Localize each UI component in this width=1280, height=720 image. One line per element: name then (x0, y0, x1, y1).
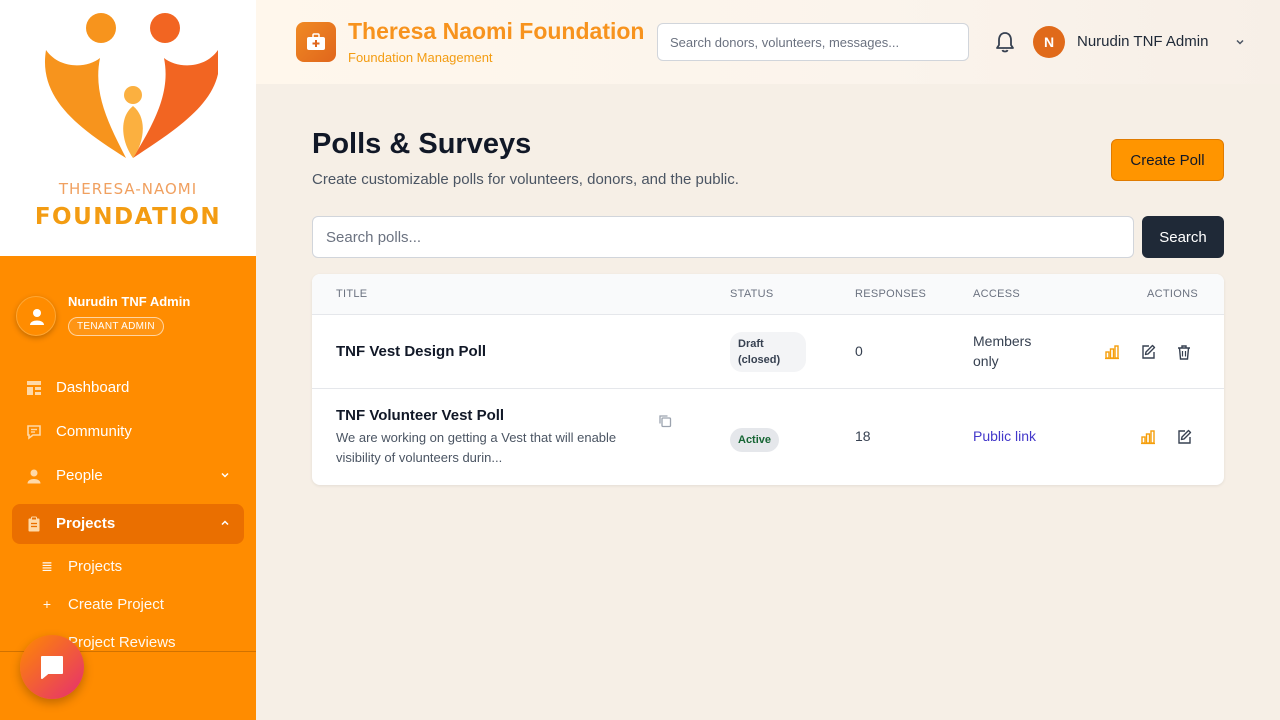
column-header-access: ACCESS (973, 288, 1021, 300)
medical-kit-icon (307, 33, 325, 50)
sidebar-user-name: Nurudin TNF Admin (68, 294, 191, 309)
header-user-name[interactable]: Nurudin TNF Admin (1077, 33, 1208, 50)
status-badge: Active (730, 428, 780, 452)
foundation-logo[interactable]: THERESA-NAOMI FOUNDATION (0, 0, 256, 256)
edit-icon[interactable] (1176, 429, 1192, 445)
page-title: Polls & Surveys (312, 128, 532, 160)
top-header: Theresa Naomi Foundation Foundation Mana… (256, 0, 1280, 84)
response-count: 0 (855, 343, 863, 359)
results-chart-icon[interactable] (1104, 344, 1120, 360)
sidebar: THERESA-NAOMI FOUNDATION Nurudin TNF Adm… (0, 0, 256, 720)
avatar[interactable]: N (1033, 26, 1065, 58)
poll-description: We are working on getting a Vest that wi… (336, 430, 617, 465)
copy-icon[interactable] (658, 414, 672, 428)
global-search-input[interactable] (657, 23, 969, 61)
app-subtitle: Foundation Management (348, 50, 493, 65)
logo-text-top: THERESA-NAOMI (58, 180, 198, 198)
response-count: 18 (855, 428, 871, 444)
sidebar-item-label: Projects (56, 515, 116, 532)
search-button[interactable]: Search (1142, 216, 1224, 258)
sidebar-item-community[interactable]: Community (12, 412, 244, 452)
poll-title[interactable]: TNF Volunteer Vest Poll (336, 407, 504, 424)
page-subtitle: Create customizable polls for volunteers… (312, 171, 739, 188)
brand-logo[interactable] (296, 22, 336, 62)
chevron-down-icon (221, 472, 229, 478)
sidebar-subitem-label: Project Reviews (68, 634, 176, 651)
table-row[interactable]: TNF Vest Design Poll Draft (closed) 0 Me… (312, 315, 1224, 389)
app-title: Theresa Naomi Foundation (348, 18, 645, 44)
column-header-responses: RESPONSES (855, 288, 927, 300)
chat-launcher-button[interactable] (20, 635, 84, 699)
public-link[interactable]: Public link (973, 428, 1036, 444)
sidebar-item-label: Community (56, 423, 132, 440)
edit-icon[interactable] (1140, 344, 1156, 360)
column-header-actions: ACTIONS (1147, 288, 1198, 300)
access-label: Members only (973, 333, 1032, 369)
sidebar-item-people[interactable]: People (12, 456, 244, 496)
table-header: TITLE STATUS RESPONSES ACCESS ACTIONS (312, 274, 1224, 315)
column-header-status: STATUS (730, 288, 774, 300)
clipboard-icon (28, 516, 40, 532)
column-header-title: TITLE (336, 288, 368, 300)
sidebar-user-card: Nurudin TNF Admin TENANT ADMIN (16, 294, 246, 340)
create-poll-button[interactable]: Create Poll (1111, 139, 1224, 181)
trash-icon[interactable] (1176, 344, 1192, 360)
role-badge: TENANT ADMIN (68, 317, 164, 336)
sidebar-subitem-label: Create Project (68, 596, 164, 613)
sidebar-subitem-projects[interactable]: ≣ Projects (40, 552, 240, 582)
table-row[interactable]: TNF Volunteer Vest Poll We are working o… (312, 389, 1224, 485)
chat-icon (27, 425, 41, 440)
avatar[interactable] (16, 296, 56, 336)
sidebar-item-label: Dashboard (56, 379, 130, 396)
person-icon (27, 469, 41, 484)
logo-text-bottom: FOUNDATION (34, 204, 222, 230)
chevron-down-icon[interactable] (1235, 37, 1245, 47)
chat-bubble-icon (41, 656, 63, 679)
sidebar-subitem-create-project[interactable]: + Create Project (40, 590, 240, 620)
sidebar-item-label: People (56, 467, 103, 484)
polls-table: TITLE STATUS RESPONSES ACCESS ACTIONS TN… (312, 274, 1224, 485)
dashboard-icon (27, 381, 41, 395)
poll-title[interactable]: TNF Vest Design Poll (336, 343, 486, 360)
results-chart-icon[interactable] (1140, 429, 1156, 445)
sidebar-item-dashboard[interactable]: Dashboard (12, 368, 244, 408)
chevron-up-icon (221, 520, 229, 526)
logo-figures-icon (44, 13, 218, 158)
person-icon (30, 309, 44, 325)
sidebar-item-projects[interactable]: Projects (12, 504, 244, 544)
list-icon: ≣ (41, 558, 53, 574)
poll-search-input[interactable] (312, 216, 1134, 258)
plus-icon: + (42, 596, 52, 612)
status-badge: Draft (closed) (730, 332, 806, 372)
bell-icon[interactable] (994, 30, 1016, 54)
sidebar-subitem-label: Projects (68, 558, 123, 575)
